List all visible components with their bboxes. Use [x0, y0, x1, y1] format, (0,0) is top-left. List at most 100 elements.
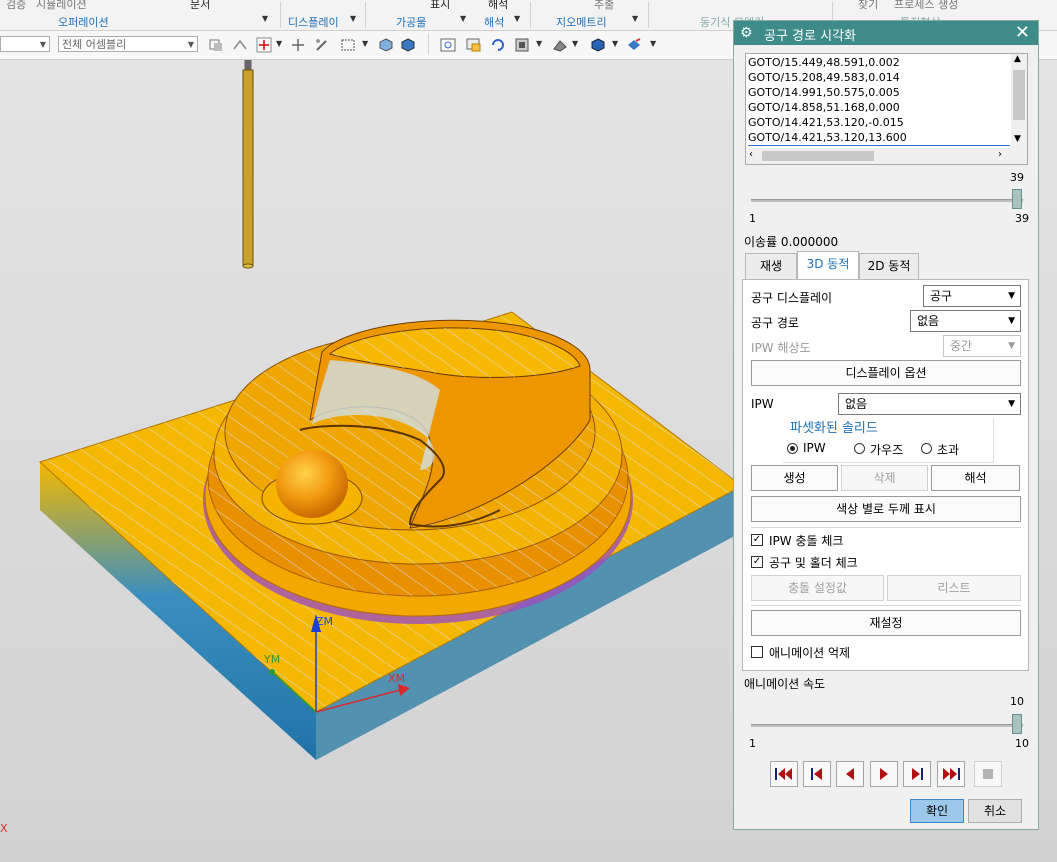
- cancel-button[interactable]: 취소: [968, 799, 1022, 823]
- horizontal-scrollbar[interactable]: ‹ ›: [746, 148, 1027, 164]
- play-reverse-button[interactable]: [836, 761, 864, 787]
- toolpath-slider[interactable]: [751, 199, 1023, 202]
- cube-view-icon[interactable]: [378, 37, 394, 53]
- fit-view-icon[interactable]: [440, 37, 456, 53]
- shaded-cube-icon[interactable]: [400, 37, 416, 53]
- tool-holder-check-checkbox[interactable]: ✓: [751, 556, 763, 568]
- dialog-title-bar[interactable]: ⚙ 공구 경로 시각화 ✕: [734, 21, 1038, 45]
- chevron-up-icon[interactable]: ▲: [1014, 54, 1021, 64]
- axis-label-y: YM: [264, 653, 281, 666]
- radio-ipw[interactable]: [787, 443, 798, 454]
- ipw-select[interactable]: 없음 ▼: [838, 393, 1021, 415]
- list-item[interactable]: GOTO/15.449,48.591,0.002: [748, 55, 900, 70]
- collision-settings-button[interactable]: 충돌 설정값: [751, 575, 884, 601]
- move-icon[interactable]: [290, 37, 306, 53]
- ribbon-group-workpiece[interactable]: 가공물: [396, 14, 426, 30]
- chevron-right-icon[interactable]: ›: [998, 149, 1002, 160]
- filter-combo[interactable]: ▼: [0, 36, 50, 52]
- orient-view-icon[interactable]: [514, 37, 530, 53]
- select-filter-icon[interactable]: [208, 37, 224, 53]
- ribbon-group-analysis[interactable]: 해석: [484, 14, 504, 30]
- tool-display-select[interactable]: 공구 ▼: [923, 285, 1021, 307]
- tab-replay[interactable]: 재생: [745, 253, 797, 279]
- scroll-thumb[interactable]: [1013, 70, 1025, 120]
- animation-speed-slider[interactable]: [751, 724, 1023, 727]
- ribbon-dropdown-icon[interactable]: ▼: [350, 14, 356, 23]
- chevron-down-icon[interactable]: ▼: [650, 39, 656, 48]
- reset-button[interactable]: 재설정: [751, 610, 1021, 636]
- ribbon-cut-label[interactable]: 찾기: [858, 0, 878, 12]
- show-thickness-by-color-button[interactable]: 색상 별로 두께 표시: [751, 496, 1021, 522]
- dome-feature: [276, 450, 348, 518]
- ribbon-dropdown-icon[interactable]: ▼: [514, 14, 520, 23]
- chevron-down-icon[interactable]: ▼: [612, 39, 618, 48]
- list-item[interactable]: GOTO/14.858,51.168,0.000: [748, 100, 900, 115]
- ribbon-group-geometry[interactable]: 지오메트리: [556, 14, 607, 30]
- scroll-thumb[interactable]: [762, 151, 874, 161]
- step-forward-button[interactable]: [903, 761, 931, 787]
- rewind-to-start-button[interactable]: [770, 761, 798, 787]
- ribbon-dropdown-icon[interactable]: ▼: [262, 14, 268, 23]
- ribbon-cut-label[interactable]: 표시: [430, 0, 450, 12]
- animation-speed-slider-thumb[interactable]: [1012, 714, 1022, 734]
- assembly-scope-value: 전체 어셈블리: [62, 38, 127, 51]
- list-button[interactable]: 리스트: [887, 575, 1021, 601]
- ribbon-group-operation[interactable]: 오퍼레이션: [58, 14, 109, 30]
- shaded-edges-icon[interactable]: [590, 37, 606, 53]
- chevron-down-icon[interactable]: ▼: [276, 39, 282, 48]
- play-button[interactable]: [870, 761, 898, 787]
- chevron-down-icon[interactable]: ▼: [572, 39, 578, 48]
- chevron-left-icon[interactable]: ‹: [749, 149, 753, 160]
- forward-to-end-button[interactable]: [937, 761, 965, 787]
- chevron-down-icon: ▼: [1008, 399, 1015, 409]
- radio-gouge[interactable]: [854, 443, 865, 454]
- ribbon-cut-label[interactable]: 문서: [190, 0, 210, 12]
- list-item[interactable]: GOTO/14.421,53.120,-0.015: [748, 115, 904, 130]
- delete-button[interactable]: 삭제: [841, 465, 928, 491]
- close-icon[interactable]: ✕: [1015, 22, 1030, 43]
- list-item[interactable]: GOTO/14.991,50.575,0.005: [748, 85, 900, 100]
- ribbon-cut-label[interactable]: 추출: [594, 0, 614, 12]
- chevron-down-icon[interactable]: ▼: [1014, 134, 1021, 144]
- list-item-selected[interactable]: GOTO/14.421,53.120,13.600: [748, 130, 1010, 146]
- tool-path-select[interactable]: 없음 ▼: [910, 310, 1021, 332]
- ribbon-cut-label[interactable]: 시뮬레이션: [36, 0, 87, 12]
- analyze-button[interactable]: 해석: [931, 465, 1020, 491]
- snap-icon[interactable]: [232, 37, 248, 53]
- radio-excess[interactable]: [921, 443, 932, 454]
- chevron-down-icon[interactable]: ▼: [536, 39, 542, 48]
- ipw-resolution-select[interactable]: 중간 ▼: [943, 335, 1021, 357]
- rotate-icon[interactable]: [490, 37, 506, 53]
- edit-object-icon[interactable]: [314, 37, 330, 53]
- ribbon-cut-label[interactable]: 프로세스 생성: [894, 0, 958, 12]
- chevron-down-icon: ▼: [1008, 291, 1015, 301]
- list-item[interactable]: GOTO/15.208,49.583,0.014: [748, 70, 900, 85]
- ok-button[interactable]: 확인: [910, 799, 964, 823]
- assembly-scope-combo[interactable]: 전체 어셈블리 ▼: [58, 36, 198, 52]
- gear-icon[interactable]: ⚙: [740, 25, 753, 41]
- tab-2d-dynamic[interactable]: 2D 동적: [859, 253, 919, 279]
- ipw-collision-checkbox[interactable]: ✓: [751, 534, 763, 546]
- ribbon-cut-label[interactable]: 해석: [488, 0, 508, 12]
- step-back-button[interactable]: [803, 761, 831, 787]
- ribbon-dropdown-icon[interactable]: ▼: [632, 14, 638, 23]
- create-button[interactable]: 생성: [751, 465, 838, 491]
- toolpath-listing[interactable]: GOTO/15.449,48.591,0.002 GOTO/15.208,49.…: [745, 53, 1028, 165]
- zoom-icon[interactable]: [466, 37, 482, 53]
- axis-label-x: XM: [388, 672, 406, 685]
- vertical-scrollbar[interactable]: ▲ ▼: [1011, 54, 1027, 150]
- box-select-icon[interactable]: [340, 37, 356, 53]
- skip-to-end-icon: [943, 768, 960, 780]
- pick-point-icon[interactable]: [256, 37, 272, 53]
- toolpath-slider-thumb[interactable]: [1012, 189, 1022, 209]
- render-style-icon[interactable]: [552, 37, 568, 53]
- ribbon-group-display[interactable]: 디스플레이: [288, 14, 339, 30]
- ribbon-cut-label[interactable]: 검증: [6, 0, 26, 12]
- edit-section-icon[interactable]: [626, 37, 642, 53]
- chevron-down-icon[interactable]: ▼: [362, 39, 368, 48]
- ribbon-dropdown-icon[interactable]: ▼: [460, 14, 466, 23]
- suppress-animation-checkbox[interactable]: [751, 646, 763, 658]
- display-options-button[interactable]: 디스플레이 옵션: [751, 360, 1021, 386]
- stop-button[interactable]: [974, 761, 1002, 787]
- tab-3d-dynamic[interactable]: 3D 동적: [797, 251, 859, 279]
